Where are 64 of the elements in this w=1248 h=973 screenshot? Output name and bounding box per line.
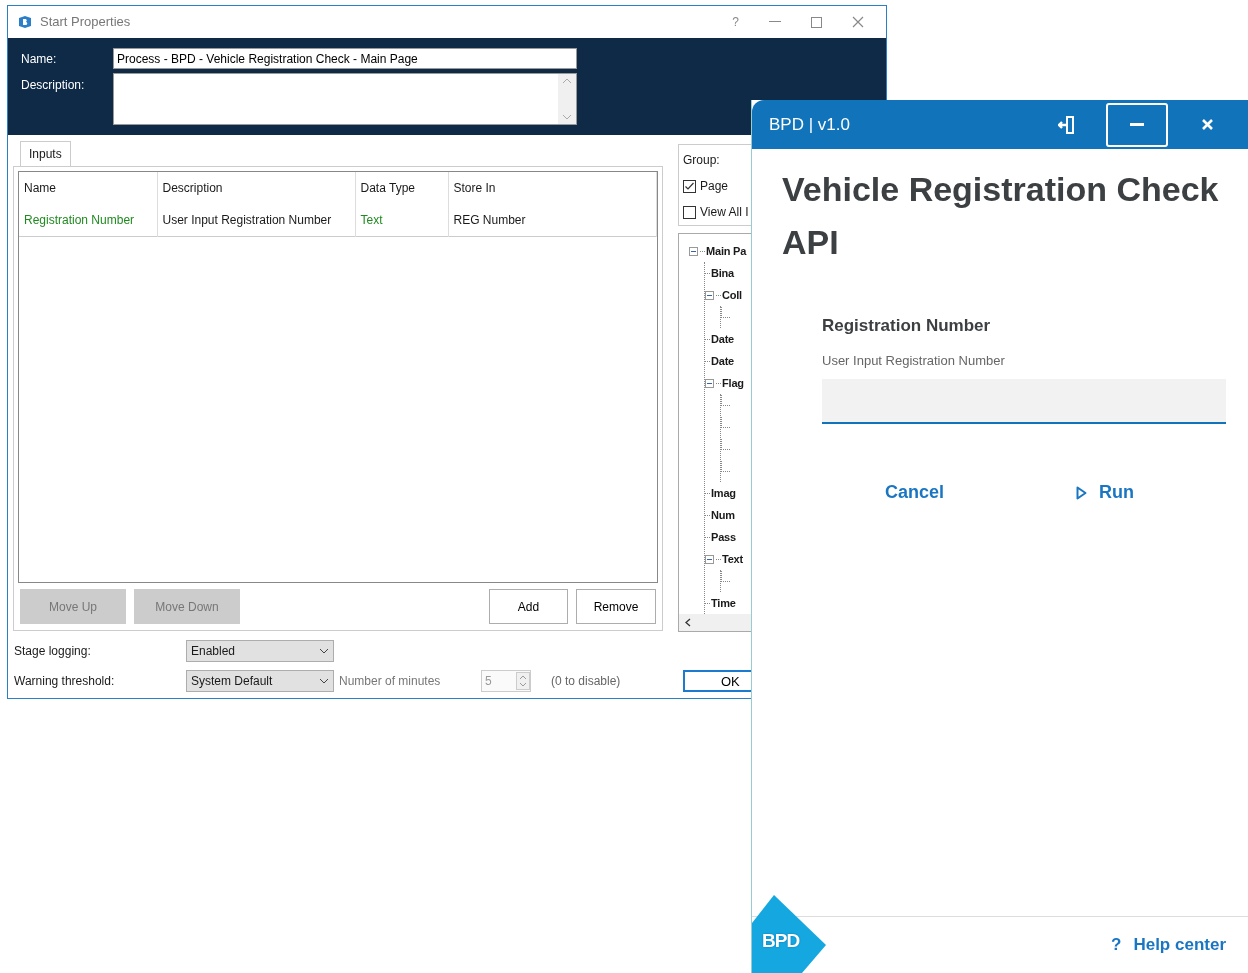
chevron-down-icon <box>319 678 329 684</box>
tree-item[interactable]: Coll <box>722 286 742 304</box>
help-button[interactable]: ? <box>732 13 739 31</box>
field-label: Number of minutes <box>339 673 442 690</box>
expander-icon[interactable] <box>705 554 714 564</box>
tree-item[interactable]: Bina <box>711 264 735 282</box>
logo: BPD <box>752 895 826 973</box>
ok-button[interactable]: OK <box>683 670 754 692</box>
expander-icon[interactable] <box>689 246 698 256</box>
close-icon[interactable] <box>852 16 864 28</box>
play-icon <box>1076 485 1088 500</box>
minimize-icon[interactable] <box>769 21 781 23</box>
window-title: Start Properties <box>40 13 131 32</box>
app-icon <box>18 16 32 28</box>
minimize-icon <box>1130 123 1144 126</box>
table-cell: User Input Registration Number <box>157 204 355 237</box>
dropdown[interactable]: Enabled <box>186 640 334 662</box>
tree-item[interactable]: Time <box>711 594 736 612</box>
tree-item[interactable]: Date <box>711 330 735 348</box>
table-cell: Registration Number <box>19 204 157 237</box>
action-button[interactable]: Remove <box>576 589 656 624</box>
column-header[interactable]: Data Type <box>355 172 448 204</box>
field-label: Warning threshold: <box>14 673 116 690</box>
minimize-button[interactable] <box>1106 102 1168 147</box>
field-label: Name: <box>21 50 58 68</box>
column-header[interactable]: Store In <box>448 172 657 204</box>
checkbox-label: Page <box>700 178 729 195</box>
tree-item[interactable]: Num <box>711 506 735 524</box>
action-button[interactable]: Add <box>489 589 568 624</box>
table-cell: Text <box>355 204 448 237</box>
expander-icon[interactable] <box>705 290 714 300</box>
run-button[interactable]: Run <box>1076 479 1135 506</box>
tree-item[interactable]: Text <box>722 550 743 568</box>
scroll-left-icon[interactable] <box>685 618 691 627</box>
field-label: Stage logging: <box>14 643 92 660</box>
exit-icon <box>1058 114 1076 135</box>
chevron-down-icon <box>319 648 329 654</box>
tree-item[interactable]: Imag <box>711 484 736 502</box>
table-cell: REG Number <box>448 204 657 237</box>
page-heading: Vehicle Registration Check API <box>782 169 1220 263</box>
tree-item[interactable]: Flag <box>722 374 744 392</box>
field-description: User Input Registration Number <box>822 351 1006 370</box>
tab[interactable]: Inputs <box>20 141 71 166</box>
close-icon <box>1201 119 1213 130</box>
checkbox[interactable] <box>683 205 696 219</box>
panel-title: BPD | v1.0 <box>769 113 850 136</box>
group-label: Group: <box>683 152 721 169</box>
tree-item[interactable]: Date <box>711 352 735 370</box>
column-header[interactable]: Description <box>157 172 355 204</box>
dropdown[interactable]: System Default <box>186 670 334 692</box>
checkbox[interactable] <box>683 179 696 193</box>
column-header[interactable]: Name <box>19 172 157 204</box>
tree-item[interactable]: Main Pa <box>706 242 747 260</box>
expander-icon[interactable] <box>705 378 714 388</box>
maximize-icon[interactable] <box>811 16 822 28</box>
field-label: Description: <box>21 77 86 94</box>
field-label: Registration Number <box>822 315 992 337</box>
checkbox-label: View All I <box>700 204 749 221</box>
help-link[interactable]: ? Help center <box>1111 932 1226 958</box>
cancel-button[interactable]: Cancel <box>885 479 945 506</box>
tree-item[interactable]: Pass <box>711 528 736 546</box>
registration-field[interactable] <box>822 379 1226 424</box>
hint-text: (0 to disable) <box>551 673 622 690</box>
name-field[interactable]: Process - BPD - Vehicle Registration Check - Main Page <box>113 48 577 69</box>
